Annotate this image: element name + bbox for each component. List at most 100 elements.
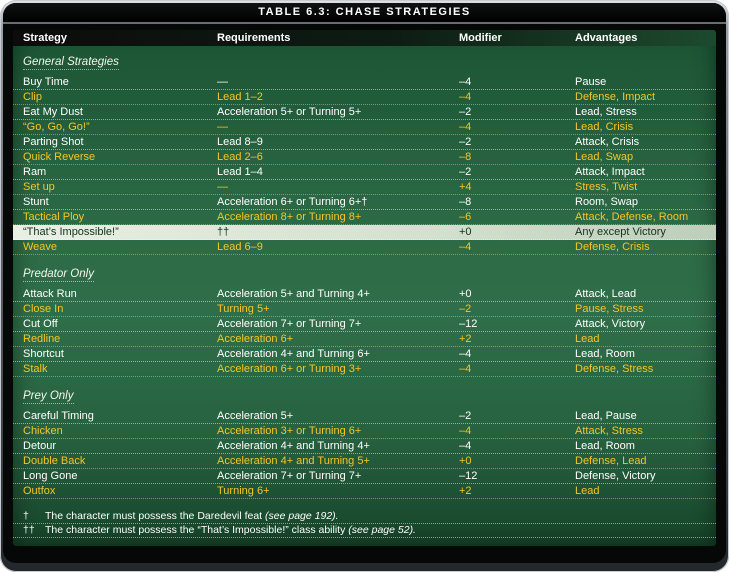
cell-modifier: +0 [459, 288, 472, 300]
table-row: Quick Reverse Lead 2–6 –8 Lead, Swap [13, 150, 716, 165]
cell-advantages: Lead [575, 333, 600, 345]
cell-strategy: Careful Timing [23, 410, 94, 422]
cell-advantages: Attack, Crisis [575, 136, 640, 148]
table-row: Attack Run Acceleration 5+ and Turning 4+… [13, 287, 716, 302]
cell-strategy: Double Back [23, 455, 86, 467]
cell-strategy: Buy Time [23, 76, 69, 88]
cell-requirements: Acceleration 4+ and Turning 6+ [217, 348, 370, 360]
table-panel: Strategy Requirements Modifier Advantage… [13, 30, 716, 546]
cell-modifier: +0 [459, 455, 472, 467]
cell-modifier: –8 [459, 196, 472, 208]
cell-modifier: –2 [459, 410, 472, 422]
cell-requirements: Acceleration 8+ or Turning 8+ [217, 211, 362, 223]
cell-modifier: –4 [459, 241, 472, 253]
table-row: Ram Lead 1–4 –2 Attack, Impact [13, 165, 716, 180]
cell-strategy: Quick Reverse [23, 151, 96, 163]
cell-strategy: Set up [23, 181, 55, 193]
table-row: Shortcut Acceleration 4+ and Turning 6+ –4… [13, 347, 716, 362]
table-rows: General Strategies Buy Time — –4 Pause Clip Le… [13, 55, 716, 499]
cell-modifier: –4 [459, 440, 472, 452]
cell-strategy: Shortcut [23, 348, 64, 360]
table-row: Set up — +4 Stress, Twist [13, 180, 716, 195]
column-header-row: Strategy Requirements Modifier Advantage… [13, 30, 716, 46]
footnote-body: The character must possess the Daredevil… [45, 510, 266, 522]
cell-requirements: Acceleration 6+ or Turning 3+ [217, 363, 362, 375]
footnote-text: The character must possess the Daredevil… [45, 510, 716, 523]
cell-requirements: Acceleration 4+ and Turning 4+ [217, 440, 370, 452]
cell-requirements: Turning 5+ [217, 303, 270, 315]
table-row: Double Back Acceleration 4+ and Turning 5… [13, 454, 716, 469]
cell-requirements: †† [217, 226, 230, 238]
table-row: Detour Acceleration 4+ and Turning 4+ –4 Le… [13, 439, 716, 454]
cell-requirements: Acceleration 5+ and Turning 4+ [217, 288, 370, 300]
table-row: Weave Lead 6–9 –4 Defense, Crisis [13, 240, 716, 255]
cell-modifier: +4 [459, 181, 472, 193]
section-heading: General Strategies [13, 55, 716, 70]
cell-requirements: Lead 2–6 [217, 151, 263, 163]
cell-strategy: Redline [23, 333, 61, 345]
cell-advantages: Lead, Crisis [575, 121, 634, 133]
table-row: Clip Lead 1–2 –4 Defense, Impact [13, 90, 716, 105]
footnotes: † The character must possess the Daredevi… [13, 510, 716, 538]
table-row: Redline Acceleration 6+ +2 Lead [13, 332, 716, 347]
cell-modifier: +0 [459, 226, 472, 238]
cell-requirements: Acceleration 7+ or Turning 7+ [217, 470, 362, 482]
cell-advantages: Lead, Stress [575, 106, 637, 118]
table-row: Cut Off Acceleration 7+ or Turning 7+ –12 A… [13, 317, 716, 332]
cell-requirements: Lead 1–2 [217, 91, 263, 103]
cell-strategy: Attack Run [23, 288, 77, 300]
table-row: “That’s Impossible!” †† +0 Any except Victo… [13, 225, 716, 240]
cell-modifier: –4 [459, 91, 472, 103]
cell-strategy: Chicken [23, 425, 63, 437]
table-row: “Go, Go, Go!” — –4 Lead, Crisis [13, 120, 716, 135]
footnote-row: †† The character must possess the “That’s… [13, 524, 716, 538]
cell-requirements: Lead 1–4 [217, 166, 263, 178]
cell-strategy: Cut Off [23, 318, 58, 330]
cell-requirements: Acceleration 6+ or Turning 6+† [217, 196, 368, 208]
cell-strategy: Long Gone [23, 470, 78, 482]
cell-advantages: Any except Victory [575, 226, 666, 238]
cell-advantages: Attack, Lead [575, 288, 637, 300]
cell-requirements: Turning 6+ [217, 485, 270, 497]
cell-advantages: Room, Swap [575, 196, 638, 208]
section-heading-label: Prey Only [23, 390, 74, 404]
table-row: Careful Timing Acceleration 5+ –2 Lead, Pau… [13, 409, 716, 424]
section-heading: Predator Only [13, 267, 716, 282]
footnote-text: The character must possess the “That’s I… [45, 524, 716, 537]
cell-advantages: Pause, Stress [575, 303, 644, 315]
table-row: Parting Shot Lead 8–9 –2 Attack, Crisis [13, 135, 716, 150]
cell-strategy: Weave [23, 241, 58, 253]
cell-modifier: +2 [459, 333, 472, 345]
cell-modifier: –4 [459, 363, 472, 375]
cell-requirements: Acceleration 5+ or Turning 5+ [217, 106, 362, 118]
cell-advantages: Defense, Victory [575, 470, 656, 482]
cell-advantages: Stress, Twist [575, 181, 638, 193]
cell-strategy: Outfox [23, 485, 56, 497]
cell-advantages: Lead, Room [575, 348, 635, 360]
cell-strategy: “That’s Impossible!” [23, 226, 119, 238]
section-heading-label: General Strategies [23, 56, 119, 70]
cell-advantages: Attack, Defense, Room [575, 211, 689, 223]
cell-strategy: Tactical Ploy [23, 211, 85, 223]
cell-advantages: Defense, Lead [575, 455, 647, 467]
cell-modifier: –2 [459, 166, 472, 178]
cell-requirements: Acceleration 3+ or Turning 6+ [217, 425, 362, 437]
cell-modifier: –4 [459, 425, 472, 437]
table-row: Stunt Acceleration 6+ or Turning 6+† –8 Roo… [13, 195, 716, 210]
footnote-symbol: †† [23, 524, 35, 536]
cell-advantages: Lead, Swap [575, 151, 634, 163]
column-header-strategy: Strategy [23, 32, 68, 44]
cell-advantages: Attack, Victory [575, 318, 646, 330]
cell-modifier: –2 [459, 303, 472, 315]
table-row: Tactical Ploy Acceleration 8+ or Turning … [13, 210, 716, 225]
cell-advantages: Defense, Crisis [575, 241, 650, 253]
cell-strategy: Stalk [23, 363, 48, 375]
cell-strategy: Clip [23, 91, 42, 103]
column-header-modifier: Modifier [459, 32, 502, 44]
column-header-requirements: Requirements [217, 32, 291, 44]
cell-modifier: –12 [459, 318, 478, 330]
cell-advantages: Defense, Stress [575, 363, 654, 375]
table-title: TABLE 6.3: CHASE STRATEGIES [3, 3, 726, 24]
table-inner-frame: TABLE 6.3: CHASE STRATEGIES Strategy Req… [3, 3, 726, 563]
cell-strategy: Stunt [23, 196, 49, 208]
